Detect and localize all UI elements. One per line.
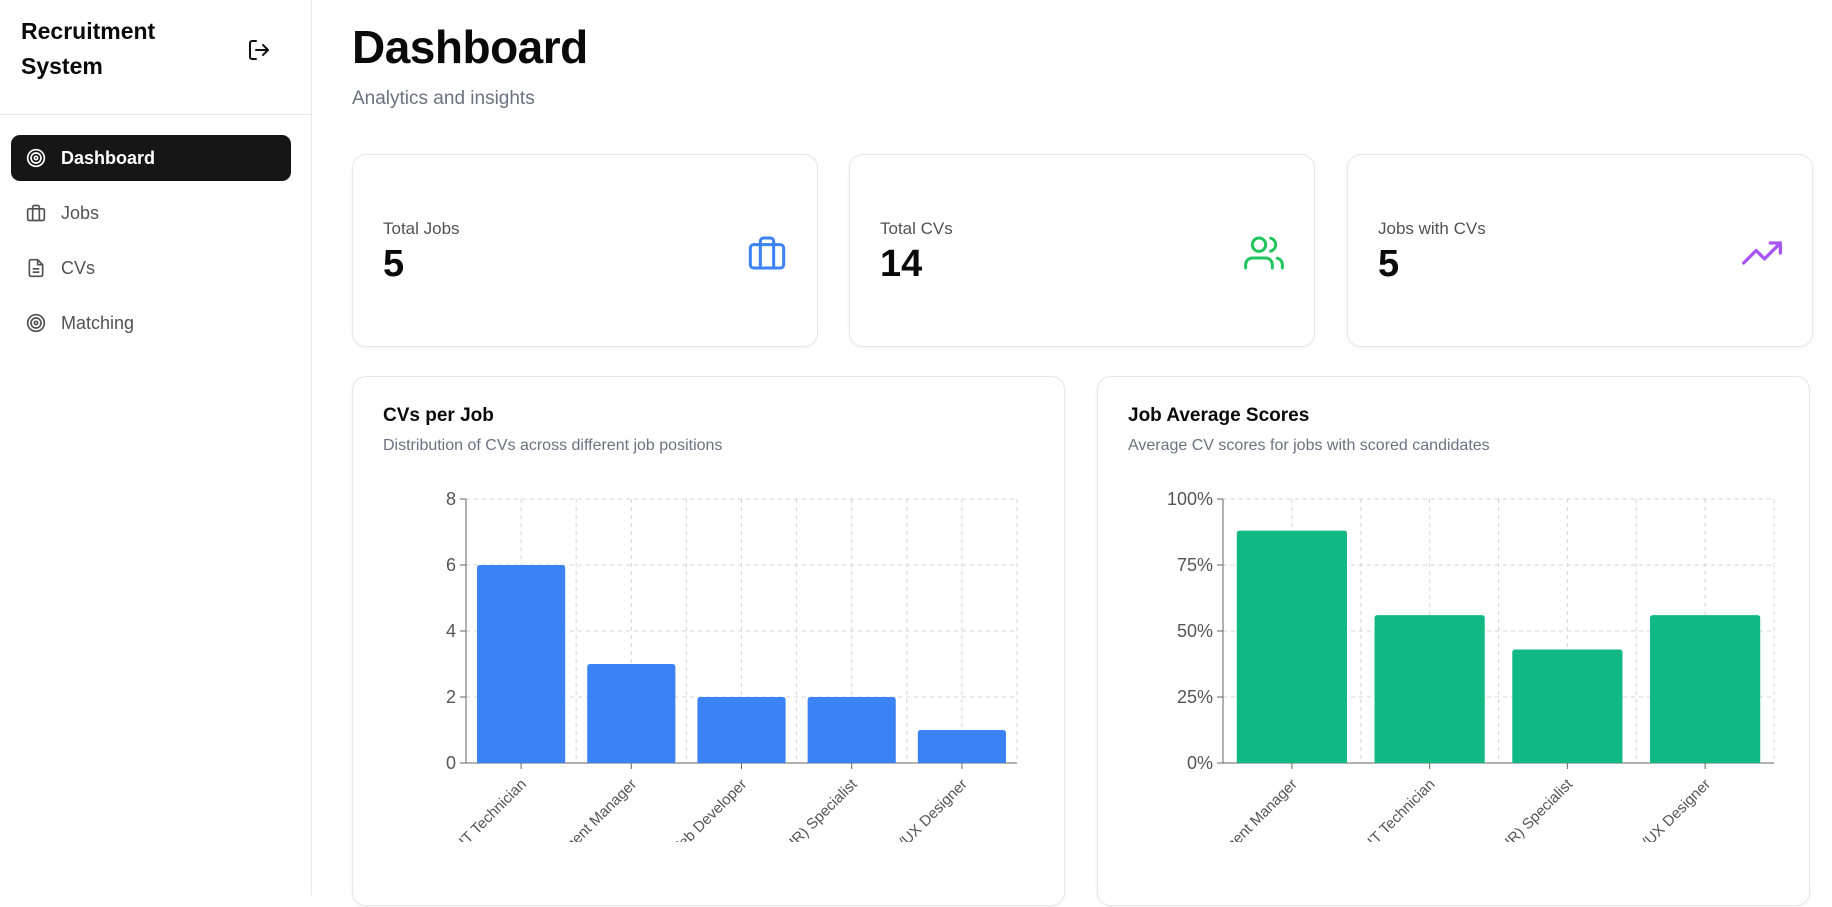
chart-card-job-average-scores: Job Average Scores Average CV scores for… bbox=[1097, 376, 1810, 906]
bar[interactable] bbox=[917, 730, 1006, 763]
x-tick-label: Web Developer bbox=[665, 776, 750, 861]
x-tick-label: IT Technician bbox=[1364, 776, 1438, 850]
logout-icon[interactable] bbox=[247, 38, 271, 62]
chart-plot: 0% 25% 50% 75% 100% Development Manager IT Tec… bbox=[1167, 489, 1775, 895]
x-tick-label: Development Manager bbox=[521, 776, 640, 895]
y-tick-label: 25% bbox=[1177, 687, 1213, 707]
bar[interactable] bbox=[477, 565, 566, 763]
x-tick-label: UI/UX Designer bbox=[1628, 776, 1714, 862]
briefcase-icon bbox=[26, 203, 46, 223]
x-tick-label: UI/UX Designer bbox=[885, 776, 971, 862]
sidebar-item-label: Dashboard bbox=[61, 147, 156, 168]
users-icon bbox=[1244, 233, 1284, 273]
x-tick-label: Human Resources (HR) Specialist bbox=[687, 775, 861, 907]
briefcase-icon bbox=[747, 233, 787, 273]
y-tick-label: 8 bbox=[446, 489, 456, 509]
sidebar: Recruitment System Dashboard Jobs CVs Ma… bbox=[0, 0, 312, 895]
sidebar-divider bbox=[0, 114, 311, 115]
sidebar-nav: Dashboard Jobs CVs Matching bbox=[11, 135, 291, 355]
sidebar-item-jobs[interactable]: Jobs bbox=[11, 190, 291, 236]
stat-card-total-cvs: Total CVs 14 bbox=[849, 154, 1315, 347]
stat-card-jobs-with-cvs: Jobs with CVs 5 bbox=[1347, 154, 1813, 347]
bar[interactable] bbox=[807, 697, 896, 763]
sidebar-item-matching[interactable]: Matching bbox=[11, 300, 291, 346]
stat-value: 5 bbox=[383, 243, 405, 285]
cvs-per-job-chart: 0 2 4 6 8 IT TechnicianDevelopment Manager Web… bbox=[446, 489, 1018, 907]
target-icon bbox=[26, 148, 46, 168]
stat-card-total-jobs: Total Jobs 5 bbox=[352, 154, 818, 347]
sidebar-item-label: CVs bbox=[61, 257, 96, 278]
app-title: Recruitment System bbox=[21, 18, 156, 79]
trending-up-icon bbox=[1742, 233, 1782, 273]
chart-plot: 0 2 4 6 8 IT TechnicianDevelopment Manager Web… bbox=[446, 489, 1018, 907]
file-text-icon bbox=[26, 258, 46, 278]
bar[interactable] bbox=[1236, 530, 1347, 763]
job-average-scores-chart: 0% 25% 50% 75% 100% Development Manager IT Tec… bbox=[1167, 489, 1775, 895]
y-tick-label: 4 bbox=[446, 621, 456, 641]
stat-label: Total Jobs bbox=[383, 219, 460, 238]
target-icon bbox=[26, 313, 46, 333]
x-tick-label: Development Manager bbox=[1181, 776, 1300, 895]
stat-value: 14 bbox=[880, 243, 923, 285]
bar[interactable] bbox=[1650, 615, 1761, 763]
bar[interactable] bbox=[1374, 615, 1485, 763]
sidebar-item-label: Matching bbox=[61, 312, 135, 333]
y-tick-label: 75% bbox=[1177, 555, 1213, 575]
sidebar-item-label: Jobs bbox=[61, 202, 100, 223]
main-content: Dashboard Analytics and insights Total J… bbox=[312, 0, 1832, 906]
chart-card-cvs-per-job: CVs per Job Distribution of CVs across d… bbox=[352, 376, 1065, 906]
stat-label: Jobs with CVs bbox=[1378, 219, 1486, 238]
bar[interactable] bbox=[697, 697, 786, 763]
stat-value: 5 bbox=[1378, 243, 1400, 285]
y-tick-label: 0 bbox=[446, 753, 456, 773]
y-tick-label: 6 bbox=[446, 555, 456, 575]
sidebar-item-dashboard[interactable]: Dashboard bbox=[11, 135, 291, 181]
bar[interactable] bbox=[1512, 649, 1623, 763]
bar[interactable] bbox=[587, 664, 676, 763]
y-tick-label: 2 bbox=[446, 687, 456, 707]
y-tick-label: 0% bbox=[1187, 753, 1213, 773]
y-tick-label: 50% bbox=[1177, 621, 1213, 641]
stat-label: Total CVs bbox=[880, 219, 953, 238]
x-tick-label: IT Technician bbox=[456, 776, 530, 850]
page-subtitle: Analytics and insights bbox=[352, 88, 535, 109]
y-tick-label: 100% bbox=[1167, 489, 1213, 509]
page-title: Dashboard bbox=[352, 21, 588, 73]
sidebar-item-cvs[interactable]: CVs bbox=[11, 245, 291, 291]
